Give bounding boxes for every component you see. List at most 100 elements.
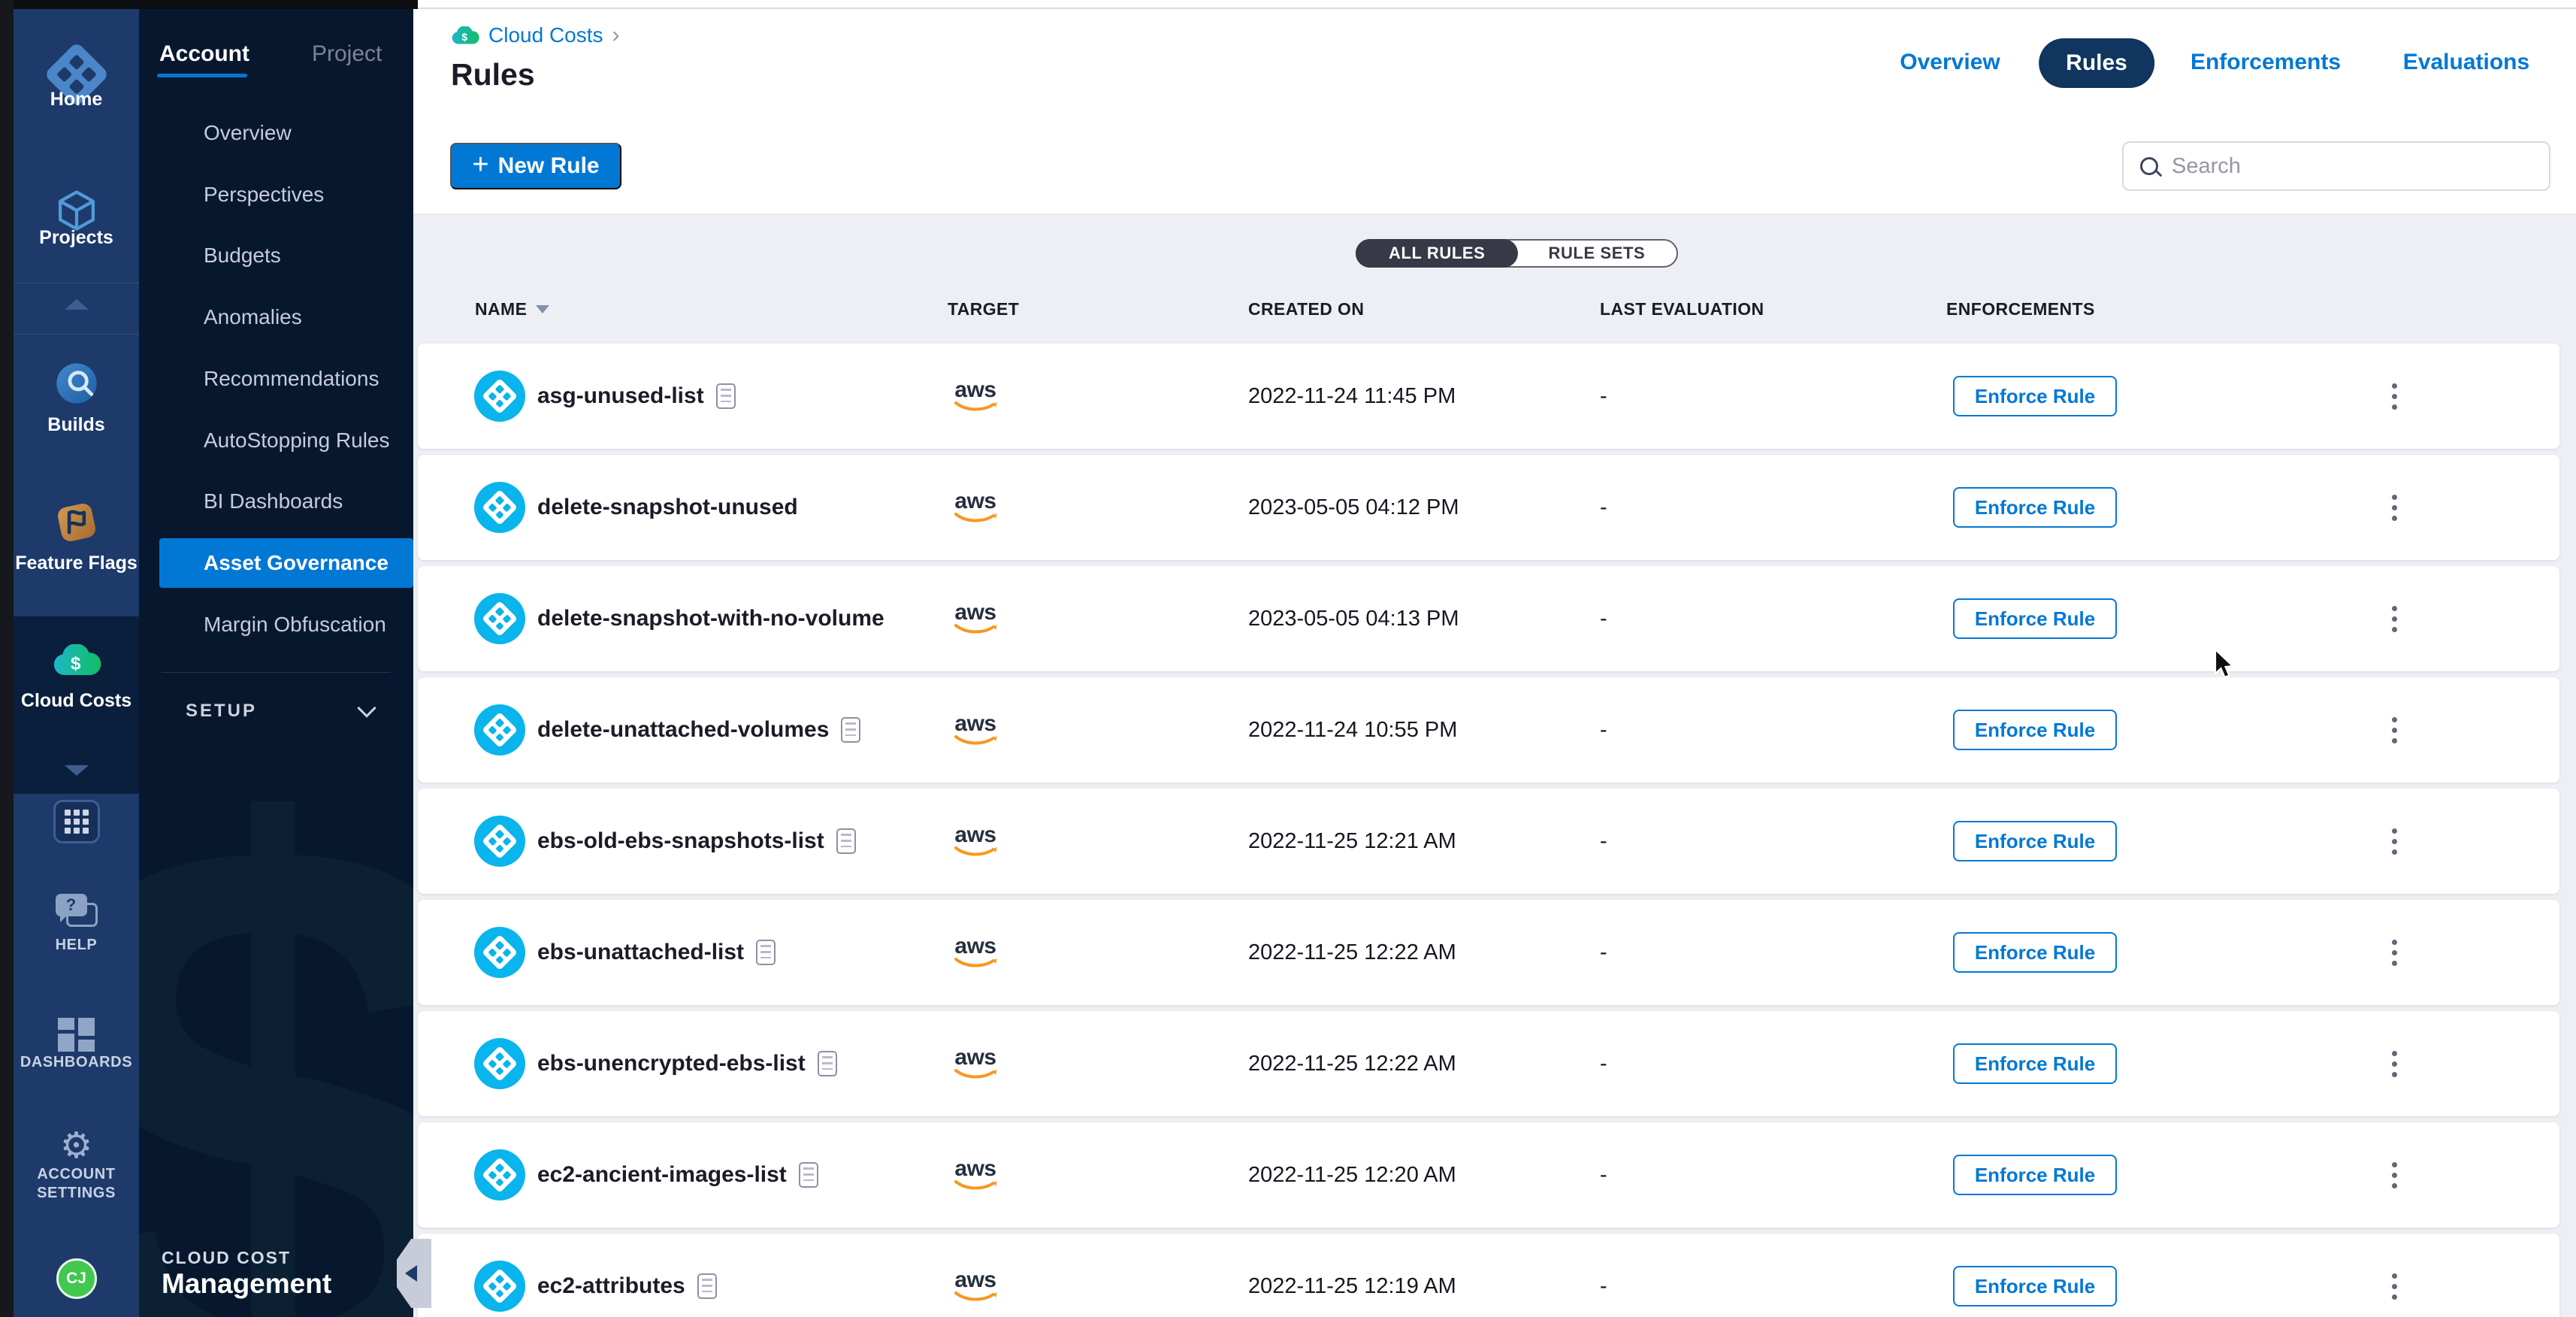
last-evaluation-cell: -	[1600, 1122, 1607, 1228]
nav-scroll-up[interactable]	[14, 299, 139, 310]
rule-icon	[474, 704, 525, 755]
ccm-nav-item-recommendations[interactable]: Recommendations	[159, 354, 413, 404]
row-menu-kebab-icon[interactable]	[2384, 1122, 2405, 1228]
gear-icon: ⚙	[60, 1128, 92, 1164]
sidebar-item-dashboards[interactable]	[14, 1018, 139, 1052]
rule-name: ebs-unattached-list	[537, 900, 776, 1005]
created-on-cell: 2022-11-25 12:22 AM	[1248, 900, 1456, 1005]
ccm-nav-item-overview[interactable]: Overview	[159, 108, 413, 158]
rule-icon	[474, 927, 525, 978]
column-header-enforcements[interactable]: ENFORCEMENTS	[1946, 299, 2095, 319]
breadcrumb: $ Cloud Costs ›	[451, 23, 620, 48]
user-avatar[interactable]: CJ	[14, 1258, 139, 1299]
copy-icon[interactable]	[841, 717, 860, 743]
enforce-rule-button[interactable]: Enforce Rule	[1953, 598, 2117, 639]
sidebar-item-all-modules[interactable]	[14, 800, 139, 843]
sidebar-item-account-settings[interactable]: ⚙	[14, 1128, 139, 1164]
header-tab-enforcements[interactable]: Enforcements	[2191, 50, 2341, 75]
rule-row[interactable]: ebs-unencrypted-ebs-listaws2022-11-25 12…	[418, 1011, 2559, 1116]
enforce-rule-button[interactable]: Enforce Rule	[1953, 821, 2117, 861]
ccm-nav-item-autostopping-rules[interactable]: AutoStopping Rules	[159, 416, 413, 465]
row-menu-kebab-icon[interactable]	[2384, 677, 2405, 783]
app-window: CJ HomeProjectsBuildsFeature Flags$Cloud…	[0, 0, 2576, 1317]
main-content: $ Cloud Costs › Rules OverviewRulesEnfor…	[413, 0, 2576, 1317]
enforce-rule-button[interactable]: Enforce Rule	[1953, 1155, 2117, 1195]
enforce-rule-button[interactable]: Enforce Rule	[1953, 487, 2117, 528]
enforce-rule-button[interactable]: Enforce Rule	[1953, 1043, 2117, 1084]
column-header-created-on[interactable]: CREATED ON	[1248, 299, 1364, 319]
column-header-target[interactable]: TARGET	[948, 299, 1019, 319]
last-evaluation-cell: -	[1600, 677, 1607, 783]
rule-row[interactable]: ebs-unattached-listaws2022-11-25 12:22 A…	[418, 900, 2559, 1005]
sidebar-item-help[interactable]: ?	[14, 894, 139, 927]
enforce-rule-button[interactable]: Enforce Rule	[1953, 1266, 2117, 1306]
copy-icon[interactable]	[799, 1162, 818, 1188]
brand-line-1: CLOUD COST	[162, 1248, 291, 1268]
copy-icon[interactable]	[836, 828, 856, 854]
column-header-last-evaluation[interactable]: LAST EVALUATION	[1600, 299, 1764, 319]
row-menu-kebab-icon[interactable]	[2384, 455, 2405, 560]
sidebar-item-projects-label: Projects	[14, 227, 139, 249]
header-tab-evaluations[interactable]: Evaluations	[2403, 50, 2529, 75]
last-evaluation-cell: -	[1600, 566, 1607, 671]
search-box	[2122, 141, 2550, 191]
feature-flags-icon	[53, 498, 101, 546]
ccm-nav-item-budgets[interactable]: Budgets	[159, 231, 413, 280]
copy-icon[interactable]	[756, 940, 776, 965]
last-evaluation-cell: -	[1600, 344, 1607, 449]
nav-scroll-down[interactable]	[14, 765, 139, 776]
brand-line-2: Management	[162, 1268, 331, 1300]
ccm-nav-item-perspectives[interactable]: Perspectives	[159, 170, 413, 220]
rule-row[interactable]: asg-unused-listaws2022-11-24 11:45 PM-En…	[418, 344, 2559, 449]
row-menu-kebab-icon[interactable]	[2384, 900, 2405, 1005]
toggle-all-rules[interactable]: ALL RULES	[1356, 239, 1518, 268]
header-tab-overview[interactable]: Overview	[1900, 50, 2000, 75]
enforce-rule-button[interactable]: Enforce Rule	[1953, 376, 2117, 416]
row-menu-kebab-icon[interactable]	[2384, 1011, 2405, 1116]
row-menu-kebab-icon[interactable]	[2384, 1234, 2405, 1317]
toggle-rule-sets[interactable]: RULE SETS	[1516, 241, 1677, 266]
ccm-nav-item-asset-governance[interactable]: Asset Governance	[159, 538, 413, 588]
enforce-rule-button[interactable]: Enforce Rule	[1953, 710, 2117, 750]
help-chat-icon: ?	[56, 894, 98, 927]
aws-target-icon: aws	[948, 1122, 1002, 1228]
ccm-nav-item-margin-obfuscation[interactable]: Margin Obfuscation	[159, 600, 413, 649]
rule-row[interactable]: ebs-old-ebs-snapshots-listaws2022-11-25 …	[418, 789, 2559, 894]
sidebar-divider	[14, 334, 139, 335]
apps-grid-icon	[53, 800, 100, 843]
search-input[interactable]	[2170, 153, 2549, 180]
rule-icon	[474, 1149, 525, 1200]
column-header-name[interactable]: NAME	[475, 299, 549, 319]
rule-row[interactable]: ec2-attributesaws2022-11-25 12:19 AM-Enf…	[418, 1234, 2559, 1317]
rule-row[interactable]: delete-snapshot-unusedaws2023-05-05 04:1…	[418, 455, 2559, 560]
breadcrumb-cloud-costs-link[interactable]: Cloud Costs	[488, 23, 603, 47]
collapse-left-icon	[405, 1265, 417, 1282]
enforce-rule-button[interactable]: Enforce Rule	[1953, 932, 2117, 973]
builds-icon	[53, 359, 101, 407]
tab-account[interactable]: Account	[159, 41, 249, 67]
row-menu-kebab-icon[interactable]	[2384, 789, 2405, 894]
row-menu-kebab-icon[interactable]	[2384, 344, 2405, 449]
copy-icon[interactable]	[818, 1051, 837, 1076]
rule-name: ec2-ancient-images-list	[537, 1122, 818, 1228]
sidebar-item-feature-flags[interactable]	[14, 498, 139, 546]
page-header: $ Cloud Costs › Rules OverviewRulesEnfor…	[413, 0, 2576, 214]
ccm-nav-item-anomalies[interactable]: Anomalies	[159, 292, 413, 342]
window-top-edge	[0, 0, 418, 9]
ccm-nav-item-bi-dashboards[interactable]: BI Dashboards	[159, 477, 413, 526]
row-menu-kebab-icon[interactable]	[2384, 566, 2405, 671]
rule-row[interactable]: delete-snapshot-with-no-volumeaws2023-05…	[418, 566, 2559, 671]
setup-section-toggle[interactable]: SETUP	[186, 701, 373, 722]
rule-row[interactable]: ec2-ancient-images-listaws2022-11-25 12:…	[418, 1122, 2559, 1228]
copy-icon[interactable]	[716, 383, 736, 409]
new-rule-button[interactable]: + New Rule	[450, 143, 621, 189]
copy-icon[interactable]	[697, 1273, 717, 1299]
sidebar-item-builds[interactable]	[14, 359, 139, 407]
sidebar-item-cloud-costs[interactable]: $	[14, 644, 139, 677]
aws-target-icon: aws	[948, 677, 1002, 783]
aws-target-icon: aws	[948, 1234, 1002, 1317]
rule-row[interactable]: delete-unattached-volumesaws2022-11-24 1…	[418, 677, 2559, 783]
chevron-down-icon	[357, 698, 376, 717]
header-tab-rules[interactable]: Rules	[2039, 38, 2154, 88]
tab-project[interactable]: Project	[312, 41, 382, 67]
